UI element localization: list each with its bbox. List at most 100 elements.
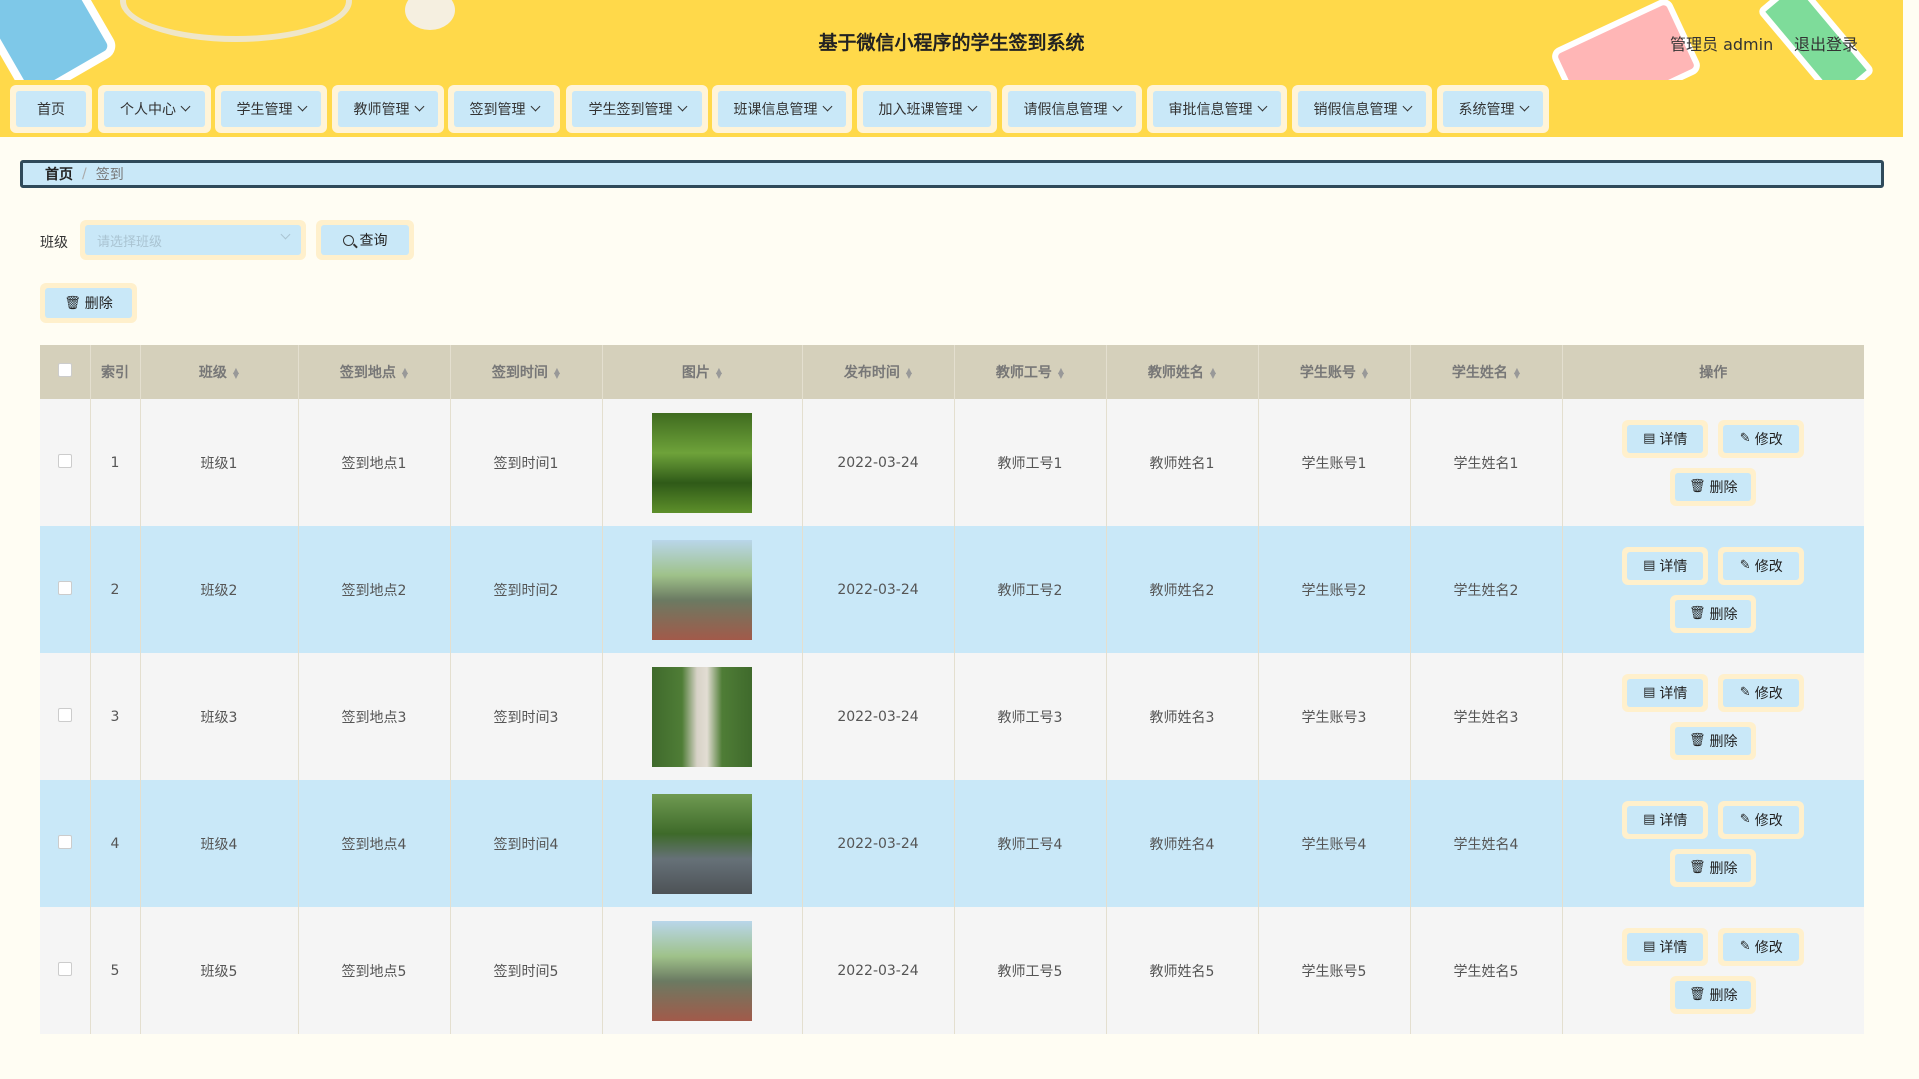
edit-button[interactable]: ✎ 修改 xyxy=(1718,927,1805,966)
nav-item-checkin[interactable]: 签到管理 xyxy=(448,85,560,133)
sort-icon[interactable]: ▲ ▼ xyxy=(554,367,560,380)
edit-button[interactable]: ✎ 修改 xyxy=(1718,419,1805,458)
sort-icon[interactable]: ▲ ▼ xyxy=(716,367,722,380)
nav-item-label: 签到管理 xyxy=(469,102,526,118)
cell-location: 签到地点1 xyxy=(298,399,451,526)
table-row: 5 班级5 签到地点5 签到时间5 2022-03-24 教师工号5 教师姓名5 学生账号5 学… xyxy=(40,907,1864,1034)
checkin-photo[interactable] xyxy=(652,539,752,640)
class-select[interactable]: 请选择班级 xyxy=(80,220,306,260)
batch-delete-button[interactable]: 🗑 删除 xyxy=(40,283,137,323)
nav-item-label: 班课信息管理 xyxy=(733,102,818,118)
delete-button[interactable]: 🗑 删除 xyxy=(1670,848,1757,887)
cell-value: 教师工号3 xyxy=(997,709,1063,726)
trash-icon: 🗑 xyxy=(1688,733,1706,748)
checkin-photo[interactable] xyxy=(652,412,752,513)
cell-value: 学生账号5 xyxy=(1301,963,1367,980)
detail-button[interactable]: ▤ 详情 xyxy=(1622,673,1709,712)
nav-item-label: 学生签到管理 xyxy=(588,102,673,118)
row-checkbox[interactable] xyxy=(57,707,72,722)
trash-icon: 🗑 xyxy=(1688,987,1706,1002)
nav-item-class-info[interactable]: 班课信息管理 xyxy=(712,85,852,133)
user-info: 管理员 admin xyxy=(1670,35,1774,54)
image-cell xyxy=(602,653,803,780)
nav-item-home[interactable]: 首页 xyxy=(10,85,92,133)
cell-value: 签到地点5 xyxy=(341,963,407,980)
nav-item-students[interactable]: 学生管理 xyxy=(215,85,327,133)
document-icon: ▤ xyxy=(1643,431,1656,446)
detail-button[interactable]: ▤ 详情 xyxy=(1622,419,1709,458)
edit-button-label: 修改 xyxy=(1754,939,1783,956)
detail-button[interactable]: ▤ 详情 xyxy=(1622,800,1709,839)
cell-value: 签到时间1 xyxy=(493,455,559,472)
column-header[interactable]: 签到时间 ▲ ▼ xyxy=(450,345,603,399)
checkin-photo[interactable] xyxy=(652,666,752,767)
checkin-photo[interactable] xyxy=(652,920,752,1021)
cell-value: 教师姓名1 xyxy=(1149,455,1215,472)
chevron-down-icon xyxy=(967,101,977,112)
column-header[interactable]: 教师工号 ▲ ▼ xyxy=(954,345,1107,399)
edit-button[interactable]: ✎ 修改 xyxy=(1718,800,1805,839)
edit-button[interactable]: ✎ 修改 xyxy=(1718,673,1805,712)
cell-teacher-id: 教师工号1 xyxy=(954,399,1107,526)
cell-student-account: 学生账号3 xyxy=(1258,653,1411,780)
cell-published: 2022-03-24 xyxy=(802,780,955,907)
sort-icon[interactable]: ▲ ▼ xyxy=(906,367,912,380)
column-header[interactable]: 发布时间 ▲ ▼ xyxy=(802,345,955,399)
column-header: 索引 xyxy=(90,345,141,399)
nav-item-profile[interactable]: 个人中心 xyxy=(98,85,211,133)
row-checkbox[interactable] xyxy=(57,834,72,849)
nav-item-system[interactable]: 系统管理 xyxy=(1437,85,1549,133)
delete-button[interactable]: 🗑 删除 xyxy=(1670,467,1757,506)
sort-icon[interactable]: ▲ ▼ xyxy=(1210,367,1216,380)
nav-item-student-checkin[interactable]: 学生签到管理 xyxy=(566,85,708,133)
column-header[interactable]: 教师姓名 ▲ ▼ xyxy=(1106,345,1259,399)
column-header[interactable]: 签到地点 ▲ ▼ xyxy=(298,345,451,399)
checkin-photo[interactable] xyxy=(652,793,752,894)
query-button[interactable]: 查询 xyxy=(316,220,414,260)
cell-value: 签到地点2 xyxy=(341,582,407,599)
edit-button[interactable]: ✎ 修改 xyxy=(1718,546,1805,585)
column-header[interactable]: 学生姓名 ▲ ▼ xyxy=(1410,345,1563,399)
cell-value: 1 xyxy=(110,454,120,471)
select-all-checkbox[interactable] xyxy=(57,363,72,377)
chevron-down-icon xyxy=(530,101,540,112)
nav-item-approval[interactable]: 审批信息管理 xyxy=(1147,85,1287,133)
delete-button-label: 删除 xyxy=(1709,479,1738,496)
sort-icon[interactable]: ▲ ▼ xyxy=(1058,367,1064,380)
nav-item-label: 加入班课管理 xyxy=(878,102,963,118)
sort-icon[interactable]: ▲ ▼ xyxy=(402,367,408,380)
nav-item-leave-cancel[interactable]: 销假信息管理 xyxy=(1292,85,1432,133)
delete-button[interactable]: 🗑 删除 xyxy=(1670,594,1757,633)
column-header[interactable]: 学生账号 ▲ ▼ xyxy=(1258,345,1411,399)
cell-location: 签到地点2 xyxy=(298,526,451,653)
actions-cell: ▤ 详情 ✎ 修改 🗑 删除 xyxy=(1562,780,1864,907)
top-nav: 首页 个人中心 学生管理 教师管理 签到管理 学生签到管理 班课信息管理 加入班… xyxy=(0,80,1903,137)
row-checkbox[interactable] xyxy=(57,453,72,468)
detail-button-label: 详情 xyxy=(1659,431,1688,448)
nav-item-teachers[interactable]: 教师管理 xyxy=(332,85,444,133)
nav-item-label: 审批信息管理 xyxy=(1168,102,1253,118)
cell-time: 签到时间1 xyxy=(450,399,603,526)
breadcrumb-separator: / xyxy=(82,166,87,182)
column-header[interactable]: 图片 ▲ ▼ xyxy=(602,345,803,399)
sort-icon[interactable]: ▲ ▼ xyxy=(233,367,239,380)
column-header[interactable]: 班级 ▲ ▼ xyxy=(140,345,299,399)
logout-link[interactable]: 退出登录 xyxy=(1794,31,1858,55)
cell-student-account: 学生账号4 xyxy=(1258,780,1411,907)
edit-button-label: 修改 xyxy=(1754,812,1783,829)
detail-button[interactable]: ▤ 详情 xyxy=(1622,927,1709,966)
delete-button[interactable]: 🗑 删除 xyxy=(1670,975,1757,1014)
cell-published: 2022-03-24 xyxy=(802,653,955,780)
detail-button[interactable]: ▤ 详情 xyxy=(1622,546,1709,585)
breadcrumb-home[interactable]: 首页 xyxy=(45,164,73,184)
cell-value: 教师工号5 xyxy=(997,963,1063,980)
row-checkbox[interactable] xyxy=(57,961,72,976)
sort-icon[interactable]: ▲ ▼ xyxy=(1514,367,1520,380)
nav-item-join-class[interactable]: 加入班课管理 xyxy=(857,85,997,133)
row-checkbox[interactable] xyxy=(57,580,72,595)
actions-cell: ▤ 详情 ✎ 修改 🗑 删除 xyxy=(1562,653,1864,780)
sort-icon[interactable]: ▲ ▼ xyxy=(1362,367,1368,380)
table-header-row: 索引 班级 ▲ ▼ 签到地点 ▲ ▼ 签到时间 ▲ ▼ 图片 ▲ ▼ 发布时间 ▲ ▼ 教师工号 ▲ ▼… xyxy=(40,345,1864,399)
delete-button[interactable]: 🗑 删除 xyxy=(1670,721,1757,760)
nav-item-leave-request[interactable]: 请假信息管理 xyxy=(1002,85,1142,133)
